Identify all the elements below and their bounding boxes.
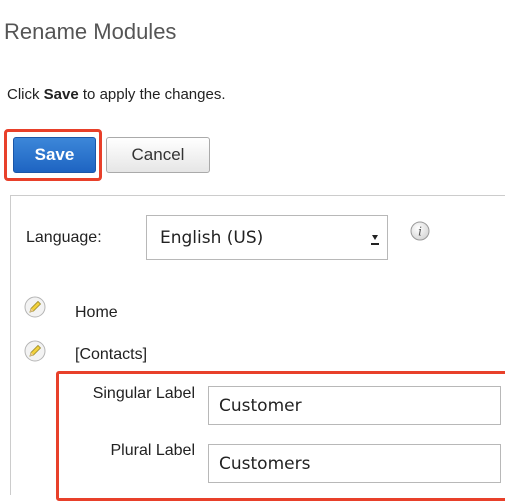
dropdown-arrow-icon — [371, 235, 379, 245]
language-select[interactable]: English (US) — [146, 215, 388, 260]
save-button[interactable]: Save — [13, 137, 96, 173]
singular-label-input[interactable]: Customer — [208, 386, 501, 425]
cancel-button[interactable]: Cancel — [106, 137, 210, 173]
plural-label-input[interactable]: Customers — [208, 444, 501, 483]
module-item-home: Home — [75, 304, 118, 321]
info-icon[interactable]: i — [410, 221, 430, 241]
instruction-prefix: Click — [7, 86, 44, 103]
instruction-save-word: Save — [43, 86, 79, 103]
page-title: Rename Modules — [4, 19, 177, 44]
instruction-text: Click Save to apply the changes. — [7, 86, 226, 103]
language-selected-value: English (US) — [160, 228, 264, 248]
plural-label: Plural Label — [110, 442, 196, 459]
singular-label: Singular Label — [92, 385, 195, 402]
pencil-icon[interactable] — [24, 340, 46, 362]
svg-text:i: i — [418, 225, 422, 239]
instruction-suffix: to apply the changes. — [78, 86, 226, 103]
language-label: Language: — [26, 229, 102, 246]
module-item-contacts: [Contacts] — [75, 346, 148, 363]
pencil-icon[interactable] — [24, 296, 46, 318]
